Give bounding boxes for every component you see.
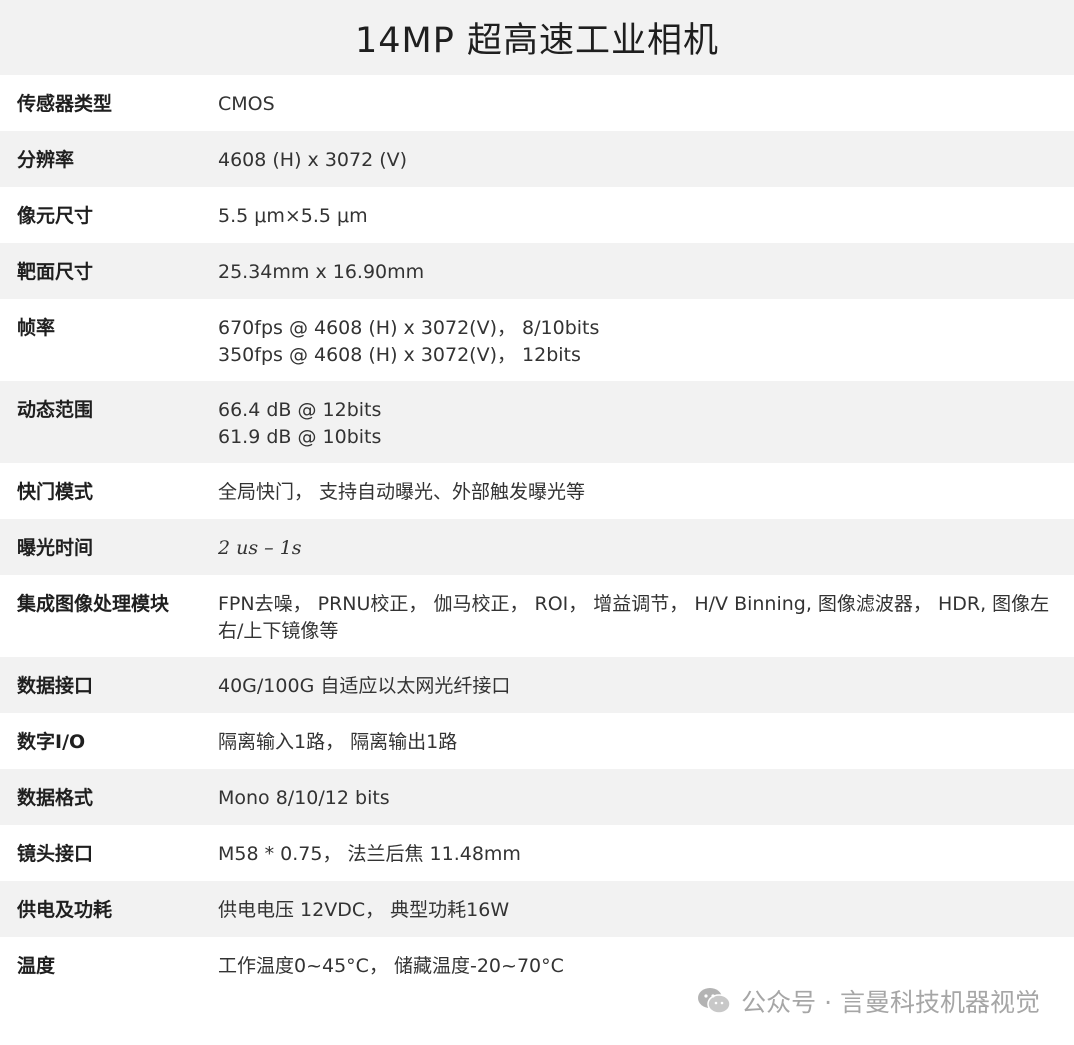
- page-title: 14MP 超高速工业相机: [355, 21, 719, 61]
- spec-value: 4608 (H) x 3072 (V): [218, 131, 1074, 187]
- spec-value: 隔离输入1路， 隔离输出1路: [218, 713, 1074, 769]
- spec-value-line: 隔离输入1路， 隔离输出1路: [218, 731, 458, 753]
- spec-value-line: M58 * 0.75， 法兰后焦 11.48mm: [218, 843, 521, 865]
- spec-value: 5.5 μm×5.5 μm: [218, 187, 1074, 243]
- spec-value-line: 2 us – 1s: [218, 537, 302, 559]
- spec-value-line: 670fps @ 4608 (H) x 3072(V)， 8/10bits: [218, 317, 600, 339]
- spec-value: 670fps @ 4608 (H) x 3072(V)， 8/10bits 35…: [218, 299, 1074, 381]
- spec-value-line: 供电电压 12VDC， 典型功耗16W: [218, 899, 510, 921]
- spec-value: M58 * 0.75， 法兰后焦 11.48mm: [218, 825, 1074, 881]
- spec-label: 靶面尺寸: [17, 261, 94, 283]
- spec-label: 分辨率: [17, 149, 75, 171]
- spec-value: 2 us – 1s: [218, 519, 1074, 575]
- spec-value: 66.4 dB @ 12bits 61.9 dB @ 10bits: [218, 381, 1074, 463]
- spec-label: 动态范围: [17, 399, 94, 421]
- spec-row-resolution: 分辨率 4608 (H) x 3072 (V): [0, 131, 1074, 187]
- spec-row-image-processing: 集成图像处理模块 FPN去噪， PRNU校正， 伽马校正， ROI， 增益调节，…: [0, 575, 1074, 657]
- spec-value-line: 40G/100G 自适应以太网光纤接口: [218, 675, 511, 697]
- spec-row-sensor-area: 靶面尺寸 25.34mm x 16.90mm: [0, 243, 1074, 299]
- spec-value: 全局快门， 支持自动曝光、外部触发曝光等: [218, 463, 1074, 519]
- watermark: 公众号 · 言曼科技机器视觉: [697, 983, 1040, 1019]
- title-bar: 14MP 超高速工业相机: [0, 0, 1074, 75]
- spec-value-line: 工作温度0~45°C， 储藏温度-20~70°C: [218, 955, 564, 977]
- spec-value: 供电电压 12VDC， 典型功耗16W: [218, 881, 1074, 937]
- watermark-text: 公众号 · 言曼科技机器视觉: [741, 988, 1040, 1017]
- spec-value-line: 4608 (H) x 3072 (V): [218, 149, 408, 171]
- spec-value-line: 25.34mm x 16.90mm: [218, 261, 425, 283]
- spec-row-frame-rate: 帧率 670fps @ 4608 (H) x 3072(V)， 8/10bits…: [0, 299, 1074, 381]
- spec-label: 数据格式: [17, 787, 94, 809]
- spec-value-line: 5.5 μm×5.5 μm: [218, 205, 368, 227]
- spec-value-line: 61.9 dB @ 10bits: [218, 426, 382, 448]
- spec-row-exposure-time: 曝光时间 2 us – 1s: [0, 519, 1074, 575]
- spec-label: 数据接口: [17, 675, 94, 697]
- spec-label: 传感器类型: [17, 93, 113, 115]
- spec-value-line: FPN去噪， PRNU校正， 伽马校正， ROI， 增益调节， H/V Binn…: [218, 593, 1050, 642]
- spec-label: 集成图像处理模块: [17, 593, 170, 615]
- spec-value: Mono 8/10/12 bits: [218, 769, 1074, 825]
- spec-value: 40G/100G 自适应以太网光纤接口: [218, 657, 1074, 713]
- spec-value-line: Mono 8/10/12 bits: [218, 787, 390, 809]
- spec-row-shutter-mode: 快门模式 全局快门， 支持自动曝光、外部触发曝光等: [0, 463, 1074, 519]
- spec-row-data-format: 数据格式 Mono 8/10/12 bits: [0, 769, 1074, 825]
- spec-row-pixel-size: 像元尺寸 5.5 μm×5.5 μm: [0, 187, 1074, 243]
- spec-label: 镜头接口: [17, 843, 94, 865]
- spec-value-line: 350fps @ 4608 (H) x 3072(V)， 12bits: [218, 344, 581, 366]
- spec-label: 数字I/O: [17, 731, 86, 753]
- spec-label: 像元尺寸: [17, 205, 94, 227]
- spec-value: 25.34mm x 16.90mm: [218, 243, 1074, 299]
- wechat-icon: [698, 988, 731, 1014]
- spec-row-data-interface: 数据接口 40G/100G 自适应以太网光纤接口: [0, 657, 1074, 713]
- spec-value-line: 全局快门， 支持自动曝光、外部触发曝光等: [218, 481, 586, 503]
- spec-label: 温度: [17, 955, 56, 977]
- spec-row-sensor-type: 传感器类型 CMOS: [0, 75, 1074, 131]
- spec-row-lens-mount: 镜头接口 M58 * 0.75， 法兰后焦 11.48mm: [0, 825, 1074, 881]
- spec-row-dynamic-range: 动态范围 66.4 dB @ 12bits 61.9 dB @ 10bits: [0, 381, 1074, 463]
- spec-label: 快门模式: [17, 481, 94, 503]
- spec-label: 帧率: [17, 317, 56, 339]
- spec-row-digital-io: 数字I/O 隔离输入1路， 隔离输出1路: [0, 713, 1074, 769]
- spec-value: FPN去噪， PRNU校正， 伽马校正， ROI， 增益调节， H/V Binn…: [218, 575, 1074, 657]
- spec-value-line: CMOS: [218, 93, 275, 115]
- spec-label: 供电及功耗: [17, 899, 113, 921]
- spec-value: CMOS: [218, 75, 1074, 131]
- spec-row-power: 供电及功耗 供电电压 12VDC， 典型功耗16W: [0, 881, 1074, 937]
- spec-label: 曝光时间: [17, 537, 94, 559]
- spec-table: 传感器类型 CMOS 分辨率 4608 (H) x 3072 (V) 像元尺寸 …: [0, 75, 1074, 993]
- spec-value-line: 66.4 dB @ 12bits: [218, 399, 382, 421]
